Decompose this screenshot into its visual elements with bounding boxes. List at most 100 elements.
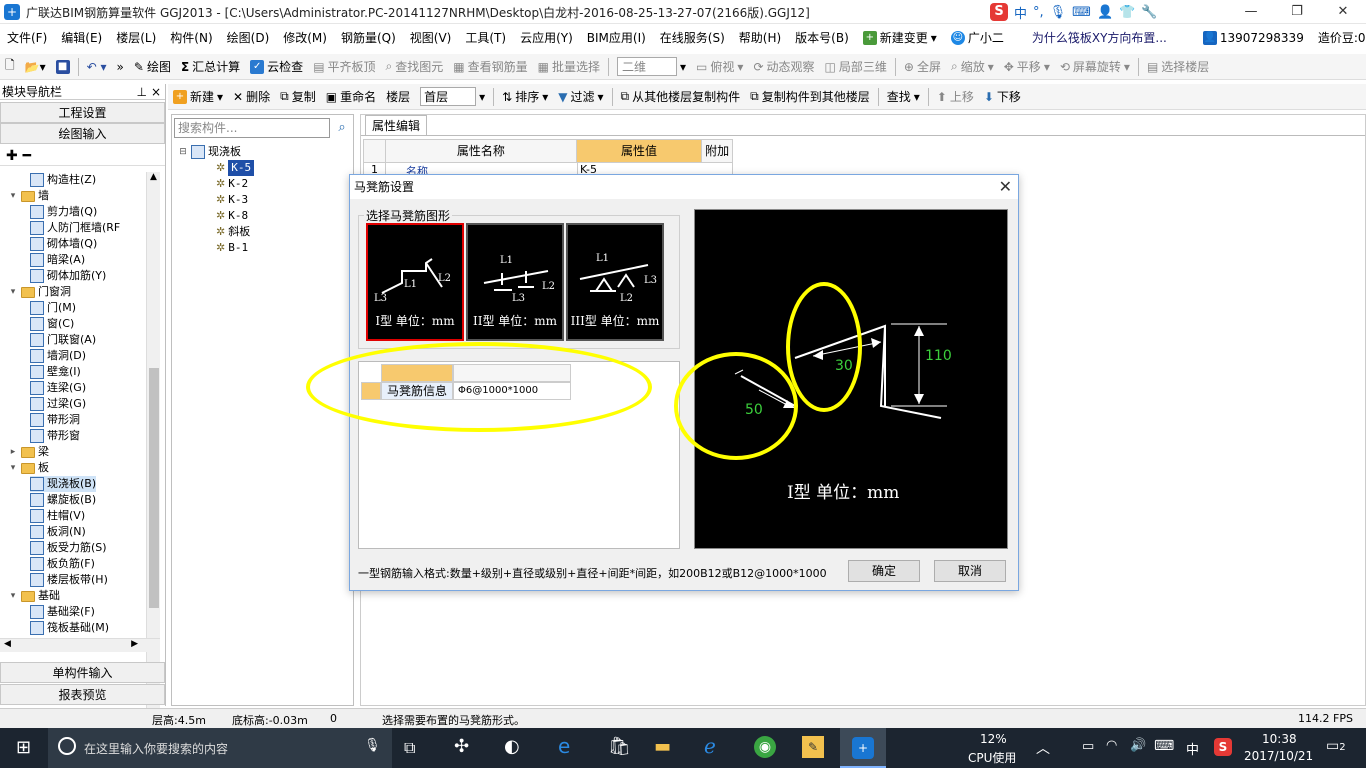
chevron-right-icon[interactable]: ▸ [8,444,18,460]
local-3d-button[interactable]: ◫ 局部三维 [820,55,892,79]
view-rebar-button[interactable]: ▦ 查看钢筋量 [448,55,532,79]
nav-item[interactable]: 筏板基础(M) [30,620,109,636]
rename-button[interactable]: ▣ 重命名 [321,85,381,109]
nav-hscrollbar[interactable]: ◀ ▶ [0,638,160,652]
chevron-up-icon[interactable]: ︿ [1036,738,1050,758]
nav-item[interactable]: 现浇板(B) [30,476,97,492]
menu-component[interactable]: 构件(N) [163,26,219,50]
dialog-close-button[interactable]: ✕ [999,177,1012,196]
menu-version[interactable]: 版本号(B) [788,26,856,50]
nav-item[interactable]: 过梁(G) [30,396,86,412]
move-up-button[interactable]: ⬆ 上移 [932,85,979,109]
shape-type-2[interactable]: L1 L2 L3 II型 单位：mm [466,223,564,341]
ime-lang[interactable]: 中 [1014,3,1027,22]
close-icon[interactable]: × [151,84,161,100]
nav-item[interactable]: 板洞(N) [30,524,86,540]
single-input-button[interactable]: 单构件输入 [0,662,165,683]
project-settings-button[interactable]: 工程设置 [0,102,165,123]
view-mode-select[interactable]: 二维 ▾ [612,55,691,79]
ok-button[interactable]: 确定 [848,560,920,582]
nav-item[interactable]: 壁龛(I) [30,364,81,380]
menu-draw[interactable]: 绘图(D) [220,26,277,50]
nav-folder[interactable]: ▸ 梁 [8,444,49,460]
nav-item[interactable]: 砌体墙(Q) [30,236,97,252]
menu-file[interactable]: 文件(F) [0,26,54,50]
nav-item[interactable]: 带形窗 [30,428,80,444]
fan-app-icon[interactable]: ✣ [454,736,469,757]
ime-toolbar[interactable]: S 中 °, 🎙 ⌨ 👤 👕 🔧 [990,3,1158,22]
question-link[interactable]: 为什么筏板XY方向布置... [1025,26,1174,50]
task-view-icon[interactable]: ⧉ [404,738,415,758]
open-file-icon[interactable]: 📂▾ [20,55,51,79]
new-component-button[interactable]: + 新建 ▾ [168,85,228,109]
orbit-button[interactable]: ⟳ 动态观察 [748,55,819,79]
nav-folder[interactable]: ▾ 基础 [8,588,60,604]
component-root[interactable]: ⊟ 现浇板 [178,144,241,160]
menu-rebar[interactable]: 钢筋量(Q) [334,26,403,50]
batch-select-button[interactable]: ▦ 批量选择 [533,55,605,79]
beans-label[interactable]: 造价豆:0 [1311,26,1366,50]
microphone-icon[interactable]: 🎙 [1050,5,1067,20]
new-change-button[interactable]: + 新建变更 ▾ [856,26,944,50]
chevron-down-icon[interactable]: ▾ [8,460,18,476]
keyboard-icon[interactable]: ⌨ [1154,738,1174,754]
find-element-button[interactable]: ⌕ 查找图元 [381,55,449,79]
nav-item[interactable]: 门(M) [30,300,76,316]
more-icon[interactable]: » [112,55,129,79]
nav-folder[interactable]: ▾ 门窗洞 [8,284,71,300]
nav-item[interactable]: 柱帽(V) [30,508,85,524]
search-input[interactable]: 搜索构件... [174,118,330,138]
draw-button[interactable]: ✎ 绘图 [129,55,176,79]
nav-item[interactable]: 人防门框墙(RF [30,220,120,236]
nav-item[interactable]: 板受力筋(S) [30,540,107,556]
search-icon[interactable]: ⌕ [332,118,352,138]
tab-property-edit[interactable]: 属性编辑 [365,115,428,135]
zoom-button[interactable]: ⌕ 缩放 ▾ [946,55,999,79]
ie-icon[interactable]: ℯ [704,734,716,758]
network-device-icon[interactable]: ▭ [1082,739,1094,754]
select-floor-button[interactable]: ▤ 选择楼层 [1142,55,1214,79]
chevron-down-icon[interactable]: ▾ [8,284,18,300]
component-item[interactable]: ✲ 斜板 [216,224,250,240]
component-item[interactable]: ✲ K-3 [216,192,248,208]
component-item[interactable]: ✲ K-2 [216,176,248,192]
nav-item[interactable]: 砌体加筋(Y) [30,268,106,284]
component-item[interactable]: ✲ K-8 [216,208,248,224]
menu-tools[interactable]: 工具(T) [458,26,513,50]
nav-item[interactable]: 基础梁(F) [30,604,95,620]
component-item[interactable]: ✲ B-1 [216,240,248,256]
nav-item[interactable]: 螺旋板(B) [30,492,96,508]
move-down-button[interactable]: ⬇ 下移 [979,85,1026,109]
menu-bim[interactable]: BIM应用(I) [580,26,653,50]
pin-icon[interactable]: ⊥ [137,84,147,100]
cancel-button[interactable]: 取消 [934,560,1006,582]
nav-item[interactable]: 楼层板带(H) [30,572,108,588]
ime-punct[interactable]: °, [1033,5,1044,20]
store-icon[interactable]: 🛍 [608,736,631,757]
save-icon[interactable]: ■ [51,55,75,79]
copy-to-floor-button[interactable]: ⧉ 复制构件到其他楼层 [745,85,875,109]
close-window-button[interactable]: ✕ [1320,0,1366,24]
draw-input-button[interactable]: 绘图输入 [0,123,165,144]
keyboard-icon[interactable]: ⌨ [1072,5,1091,20]
browser-app-icon[interactable]: ◐ [504,736,520,757]
menu-cloud[interactable]: 云应用(Y) [513,26,580,50]
assistant-button[interactable]: ☺ 广小二 [944,26,1011,50]
top-view-button[interactable]: ▭ 俯视 ▾ [691,55,748,79]
chevron-down-icon[interactable]: ▾ [8,188,18,204]
report-preview-button[interactable]: 报表预览 [0,684,165,705]
expand-collapse-icons[interactable]: ✚ ━ [0,144,165,166]
green-app-icon[interactable]: ◉ [754,736,776,758]
taskbar-search[interactable]: 在这里输入你要搜索的内容 🎙 [48,728,392,768]
shape-type-3[interactable]: L1 L3 L2 III型 单位：mm [566,223,664,341]
notification-icon[interactable]: ▭2 [1326,738,1346,754]
chevron-down-icon[interactable]: ▾ [8,588,18,604]
glodon-app-icon[interactable]: + [840,728,886,768]
account-button[interactable]: 👤 13907298339 [1196,26,1311,50]
scroll-thumb[interactable] [149,368,159,608]
nav-folder[interactable]: ▾ 板 [8,460,49,476]
nav-item[interactable]: 剪力墙(Q) [30,204,97,220]
scroll-right-icon[interactable]: ▶ [131,639,138,649]
volume-icon[interactable]: 🔊 [1130,738,1146,753]
ime-lang-indicator[interactable]: 中 [1186,739,1199,758]
